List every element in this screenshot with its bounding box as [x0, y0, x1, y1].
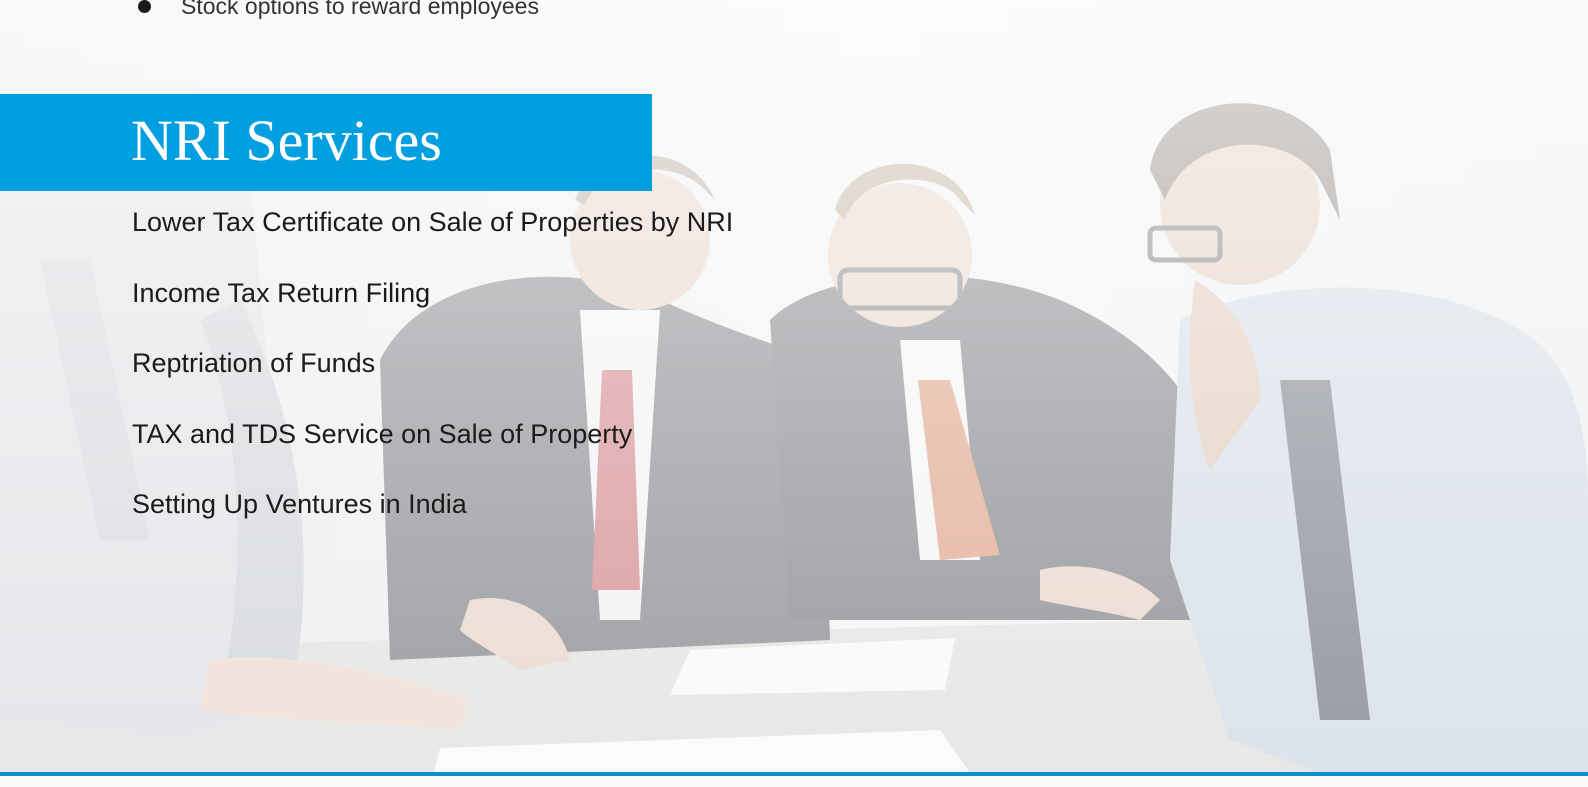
service-item[interactable]: Reptriation of Funds: [132, 341, 733, 412]
service-item[interactable]: TAX and TDS Service on Sale of Property: [132, 412, 733, 483]
section-banner: NRI Services: [0, 94, 652, 191]
nri-services-list: Lower Tax Certificate on Sale of Propert…: [132, 200, 733, 553]
service-item[interactable]: Setting Up Ventures in India: [132, 482, 733, 553]
bottom-strip: [0, 776, 1588, 787]
service-item[interactable]: Income Tax Return Filing: [132, 271, 733, 342]
top-bullet-text: Stock options to reward employees: [181, 0, 539, 19]
section-title: NRI Services: [131, 108, 442, 173]
service-item[interactable]: Lower Tax Certificate on Sale of Propert…: [132, 200, 733, 271]
top-bullet-item: Stock options to reward employees: [138, 0, 539, 22]
bullet-dot-icon: [138, 0, 151, 13]
